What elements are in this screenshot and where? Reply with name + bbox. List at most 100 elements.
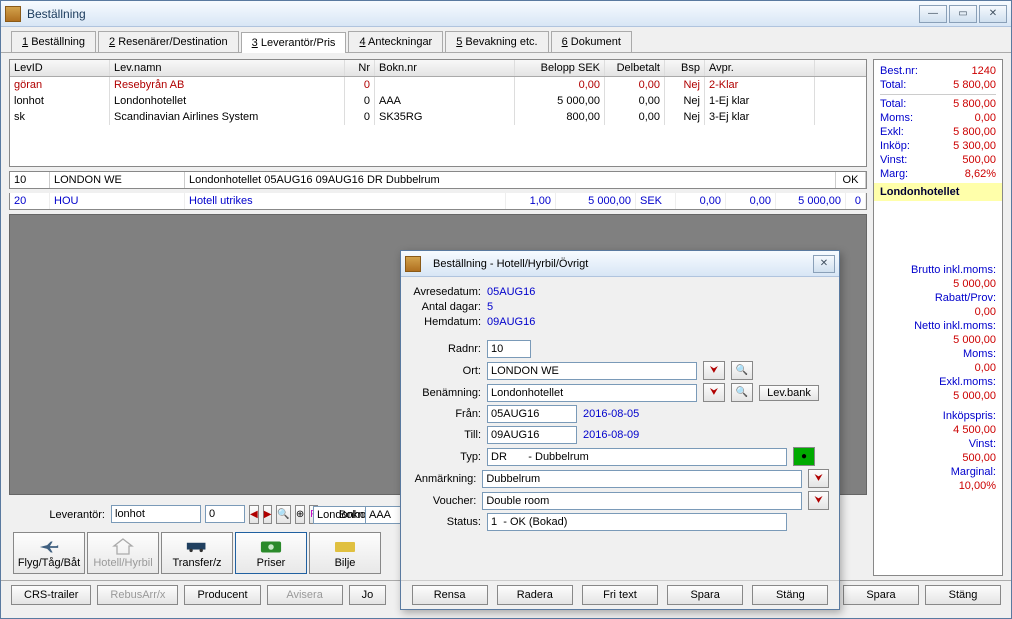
col-nr[interactable]: Nr xyxy=(345,60,375,76)
radnr-label: Radnr: xyxy=(411,343,481,355)
tab-bestallning[interactable]: 1 Beställning xyxy=(11,31,96,52)
ort-label: Ort: xyxy=(411,365,481,377)
transfer-button[interactable]: Transfer/z xyxy=(161,532,233,574)
rensa-button[interactable]: Rensa xyxy=(412,585,488,605)
till-date: 2016-08-09 xyxy=(583,429,639,441)
minimize-button[interactable]: — xyxy=(919,5,947,23)
hemdatum-label: Hemdatum: xyxy=(411,316,481,328)
rebusarr-button[interactable]: RebusArr/x xyxy=(97,585,178,605)
ort-input[interactable] xyxy=(487,362,697,380)
house-icon xyxy=(112,538,134,556)
fritext-button[interactable]: Fri text xyxy=(582,585,658,605)
leverantor-n-input[interactable] xyxy=(205,505,245,523)
money-icon xyxy=(260,538,282,556)
voucher-label: Voucher: xyxy=(411,495,476,507)
dialog-spara-button[interactable]: Spara xyxy=(667,585,743,605)
supplier-highlight: Londonhotellet xyxy=(874,183,1002,201)
fran-date: 2016-08-05 xyxy=(583,408,639,420)
avisera-button[interactable]: Avisera xyxy=(267,585,343,605)
hotel-button[interactable]: Hotell/Hyrbil xyxy=(87,532,159,574)
typ-label: Typ: xyxy=(411,451,481,463)
dialog-stang-button[interactable]: Stäng xyxy=(752,585,828,605)
ben-down-icon[interactable]: ⮟ xyxy=(703,383,725,402)
flight-button[interactable]: Flyg/Tåg/Båt xyxy=(13,532,85,574)
anmarkning-input[interactable] xyxy=(482,470,802,488)
vou-down-icon[interactable]: ⮟ xyxy=(808,491,829,510)
crs-trailer-button[interactable]: CRS-trailer xyxy=(11,585,91,605)
benamning-label: Benämning: xyxy=(411,387,481,399)
producent-button[interactable]: Producent xyxy=(184,585,260,605)
jo-button[interactable]: Jo xyxy=(349,585,387,605)
col-delbetalt[interactable]: Delbetalt xyxy=(605,60,665,76)
main-window: Beställning — ▭ ✕ 1 Beställning 2 Resenä… xyxy=(0,0,1012,619)
dialog-close-button[interactable]: ✕ xyxy=(813,255,835,273)
hotel-dialog: Beställning - Hotell/Hyrbil/Övrigt ✕ Avr… xyxy=(400,250,840,610)
ort-search-icon[interactable]: 🔍 xyxy=(731,361,753,380)
col-bsp[interactable]: Bsp xyxy=(665,60,705,76)
binoculars-icon[interactable]: 🔍 xyxy=(276,505,290,524)
till-label: Till: xyxy=(411,429,481,441)
antal-dagar-value: 5 xyxy=(487,301,493,313)
app-icon xyxy=(5,6,21,22)
col-bokn[interactable]: Bokn.nr xyxy=(375,60,515,76)
ticket-button[interactable]: Bilje xyxy=(309,532,381,574)
stang-button[interactable]: Stäng xyxy=(925,585,1001,605)
status-label: Status: xyxy=(411,516,481,528)
summary-panel: Best.nr:1240 Total:5 800,00 Total:5 800,… xyxy=(873,59,1003,576)
dialog-icon xyxy=(405,256,421,272)
dialog-title: Beställning - Hotell/Hyrbil/Övrigt xyxy=(433,258,588,270)
bus-icon xyxy=(186,538,208,556)
fran-label: Från: xyxy=(411,408,481,420)
bokningsnr-label: Bokningsnr: xyxy=(339,509,359,521)
avresedatum-value: 05AUG16 xyxy=(487,286,535,298)
tab-anteckningar[interactable]: 4 Anteckningar xyxy=(348,31,443,52)
col-levnamn[interactable]: Lev.namn xyxy=(110,60,345,76)
levbank-button[interactable]: Lev.bank xyxy=(759,385,819,401)
grid-row[interactable]: göranResebyrån AB00,000,00Nej2-Klar xyxy=(10,77,866,93)
ticket-icon xyxy=(334,538,356,556)
till-input[interactable] xyxy=(487,426,577,444)
tab-leverantor[interactable]: 3 Leverantör/Pris xyxy=(241,32,347,53)
segment-row-1[interactable]: 10 LONDON WE Londonhotellet 05AUG16 09AU… xyxy=(9,171,867,189)
typ-status-icon[interactable]: ● xyxy=(793,447,815,466)
col-levid[interactable]: LevID xyxy=(10,60,110,76)
benamning-input[interactable] xyxy=(487,384,697,402)
ort-down-icon[interactable]: ⮟ xyxy=(703,361,725,380)
grid-row[interactable]: lonhotLondonhotellet0AAA5 000,000,00Nej1… xyxy=(10,93,866,109)
prices-button[interactable]: Priser xyxy=(235,532,307,574)
plane-icon xyxy=(38,538,60,556)
anmarkning-label: Anmärkning: xyxy=(411,473,476,485)
col-belopp[interactable]: Belopp SEK xyxy=(515,60,605,76)
voucher-input[interactable] xyxy=(482,492,802,510)
supplier-grid[interactable]: LevID Lev.namn Nr Bokn.nr Belopp SEK Del… xyxy=(9,59,867,167)
radnr-input[interactable] xyxy=(487,340,531,358)
next-button[interactable]: ▶ xyxy=(263,505,273,524)
grid-row[interactable]: skScandinavian Airlines System0SK35RG800… xyxy=(10,109,866,125)
tab-resenarer[interactable]: 2 Resenärer/Destination xyxy=(98,31,239,52)
tab-strip: 1 Beställning 2 Resenärer/Destination 3 … xyxy=(1,27,1011,53)
zoom-icon[interactable]: ⊕ xyxy=(295,505,305,524)
bestnr-value: 1240 xyxy=(972,65,996,77)
spara-button[interactable]: Spara xyxy=(843,585,919,605)
tab-dokument[interactable]: 6 Dokument xyxy=(551,31,632,52)
window-title: Beställning xyxy=(27,7,919,21)
tab-bevakning[interactable]: 5 Bevakning etc. xyxy=(445,31,548,52)
avresedatum-label: Avresedatum: xyxy=(411,286,481,298)
status-input[interactable] xyxy=(487,513,787,531)
leverantor-label: Leverantör: xyxy=(15,509,105,521)
total-label: Total: xyxy=(880,79,906,91)
prev-button[interactable]: ◀ xyxy=(249,505,259,524)
segment-row-2[interactable]: 20 HOU Hotell utrikes 1,00 5 000,00 SEK … xyxy=(9,193,867,210)
col-avpr[interactable]: Avpr. xyxy=(705,60,815,76)
leverantor-input[interactable] xyxy=(111,505,201,523)
maximize-button[interactable]: ▭ xyxy=(949,5,977,23)
antal-dagar-label: Antal dagar: xyxy=(411,301,481,313)
bestnr-label: Best.nr: xyxy=(880,65,918,77)
typ-input[interactable] xyxy=(487,448,787,466)
hemdatum-value: 09AUG16 xyxy=(487,316,535,328)
close-button[interactable]: ✕ xyxy=(979,5,1007,23)
fran-input[interactable] xyxy=(487,405,577,423)
radera-button[interactable]: Radera xyxy=(497,585,573,605)
ben-search-icon[interactable]: 🔍 xyxy=(731,383,753,402)
anm-down-icon[interactable]: ⮟ xyxy=(808,469,829,488)
